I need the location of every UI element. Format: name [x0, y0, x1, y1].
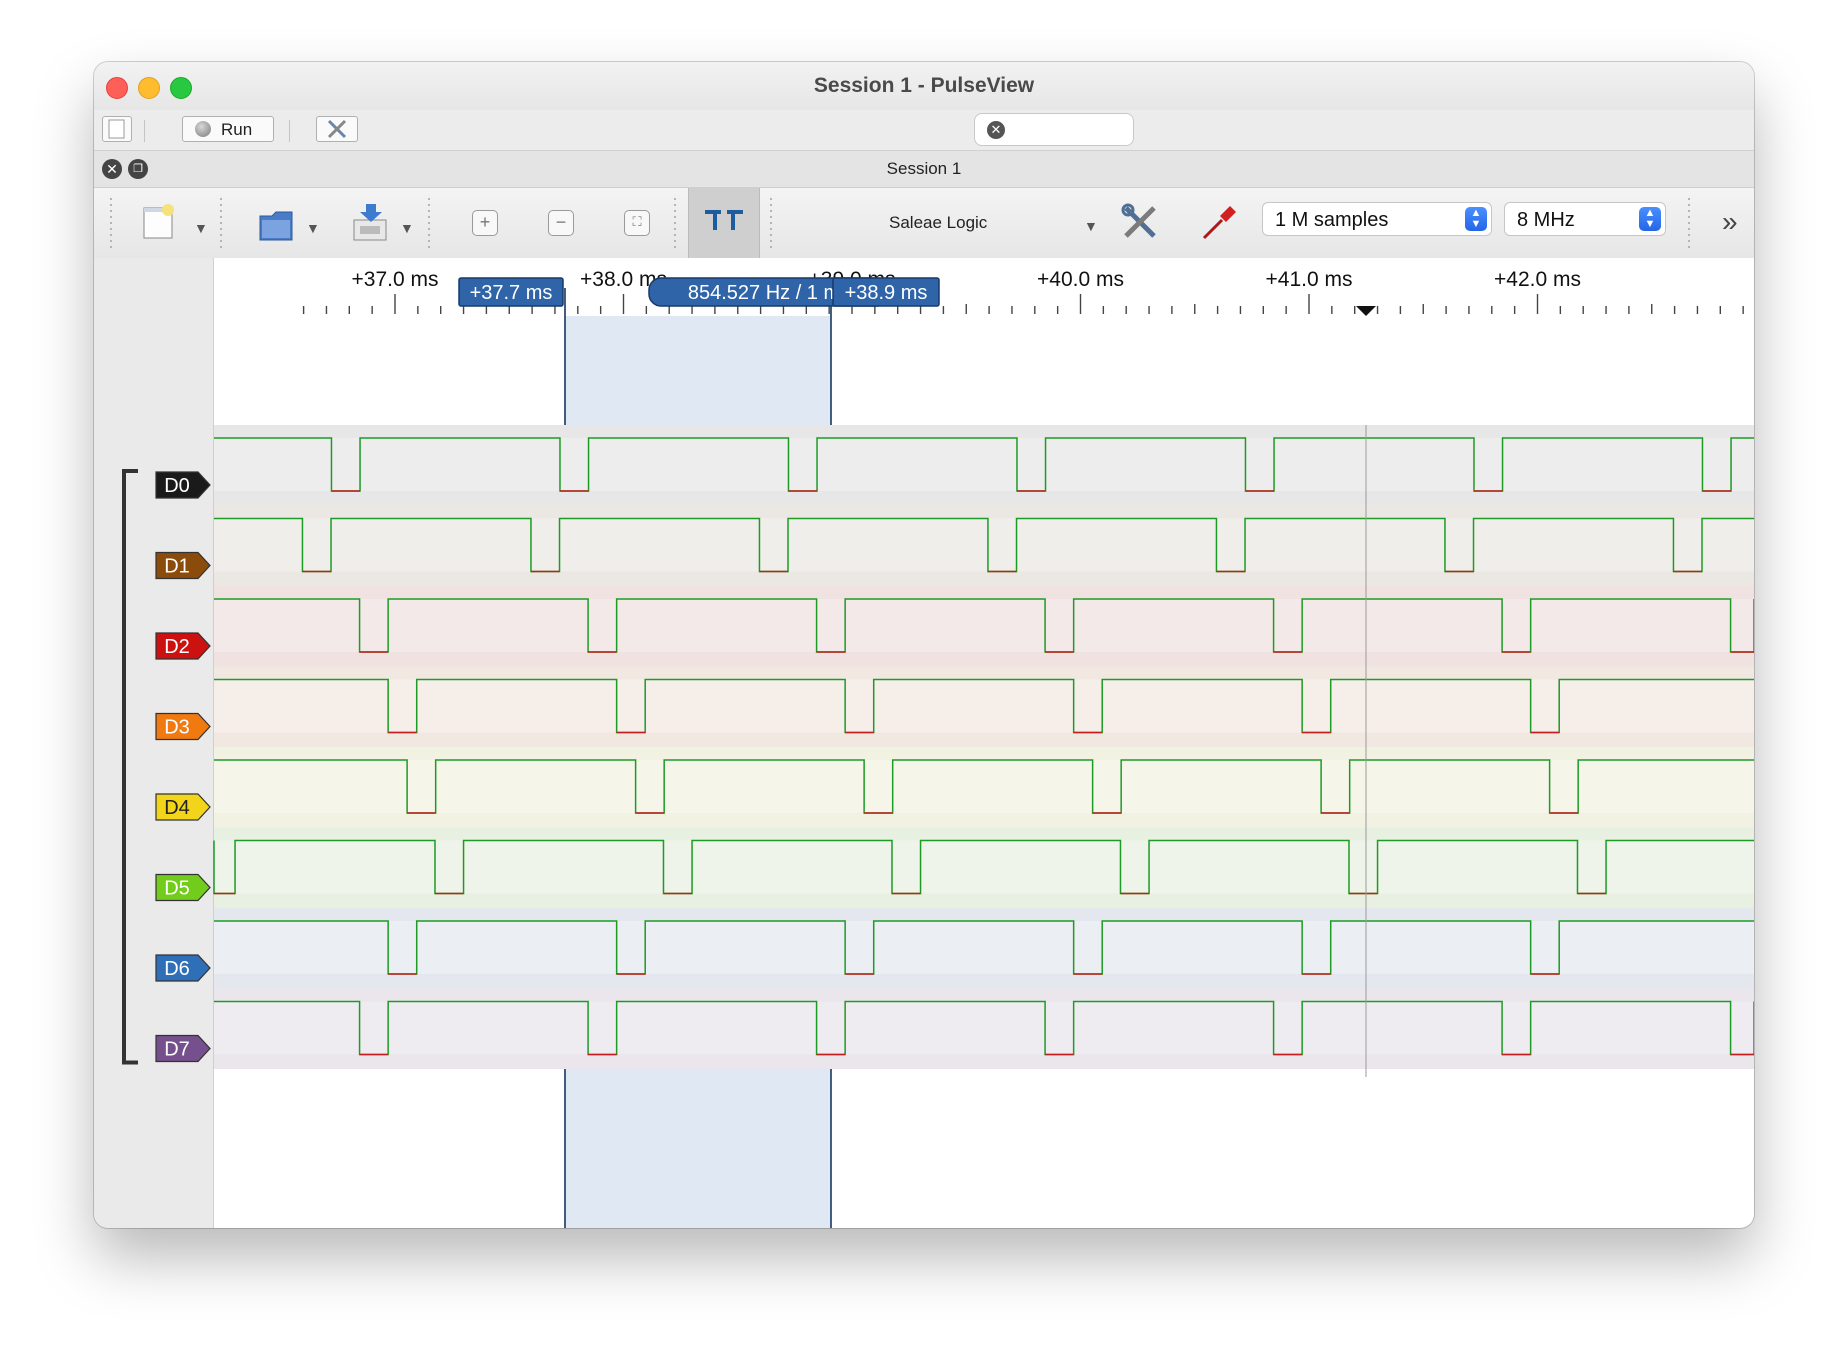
channel-band-D2 — [214, 599, 1754, 652]
channel-band-D4 — [214, 760, 1754, 813]
channel-name-D3: D3 — [164, 717, 190, 739]
cursor-right-label-text: +38.9 ms — [845, 282, 928, 304]
ruler-tick-label: +42.0 ms — [1494, 268, 1581, 291]
channel-label-D4[interactable]: D4 — [155, 793, 211, 821]
channel-name-D0: D0 — [164, 475, 190, 497]
channel-name-D5: D5 — [164, 878, 190, 900]
channel-band-D6 — [214, 921, 1754, 974]
channel-label-D6[interactable]: D6 — [155, 954, 211, 982]
ruler-tick-label: +41.0 ms — [1266, 268, 1353, 291]
channel-band-D5 — [214, 840, 1754, 894]
channel-group-bracket — [122, 469, 138, 1065]
cursor-left-label[interactable]: +37.7 ms — [458, 277, 564, 307]
channel-name-D1: D1 — [164, 556, 190, 578]
channel-name-D6: D6 — [164, 958, 190, 980]
channel-band-D0 — [214, 438, 1754, 491]
channel-band-D7 — [214, 1001, 1754, 1055]
channel-label-D1[interactable]: D1 — [155, 551, 211, 580]
channel-name-D4: D4 — [164, 797, 190, 819]
cursor-span-label-text: 854.527 Hz / 1 ms — [688, 282, 850, 304]
channel-label-D7[interactable]: D7 — [155, 1034, 211, 1063]
channel-name-D7: D7 — [164, 1039, 190, 1061]
channel-label-D0[interactable]: D0 — [155, 471, 211, 499]
channel-label-D5[interactable]: D5 — [155, 873, 211, 902]
ruler-tick-label: +37.0 ms — [352, 268, 439, 291]
logic-analyzer-view: +37.0 ms+38.0 ms+39.0 ms+40.0 ms+41.0 ms… — [122, 268, 1754, 1228]
channel-band-D1 — [214, 518, 1754, 572]
pulseview-window: Session 1 - PulseView Run ✕ ✕ ❐ Session … — [94, 62, 1754, 1228]
cursor-left-label-text: +37.7 ms — [470, 282, 553, 304]
channel-name-D2: D2 — [164, 636, 190, 658]
channel-label-D3[interactable]: D3 — [155, 712, 211, 741]
channel-label-D2[interactable]: D2 — [155, 632, 211, 660]
cursor-right-label[interactable]: +38.9 ms — [832, 277, 940, 307]
channel-band-D3 — [214, 679, 1754, 733]
ruler-tick-label: +40.0 ms — [1037, 268, 1124, 291]
trigger-marker-icon — [1356, 306, 1376, 316]
